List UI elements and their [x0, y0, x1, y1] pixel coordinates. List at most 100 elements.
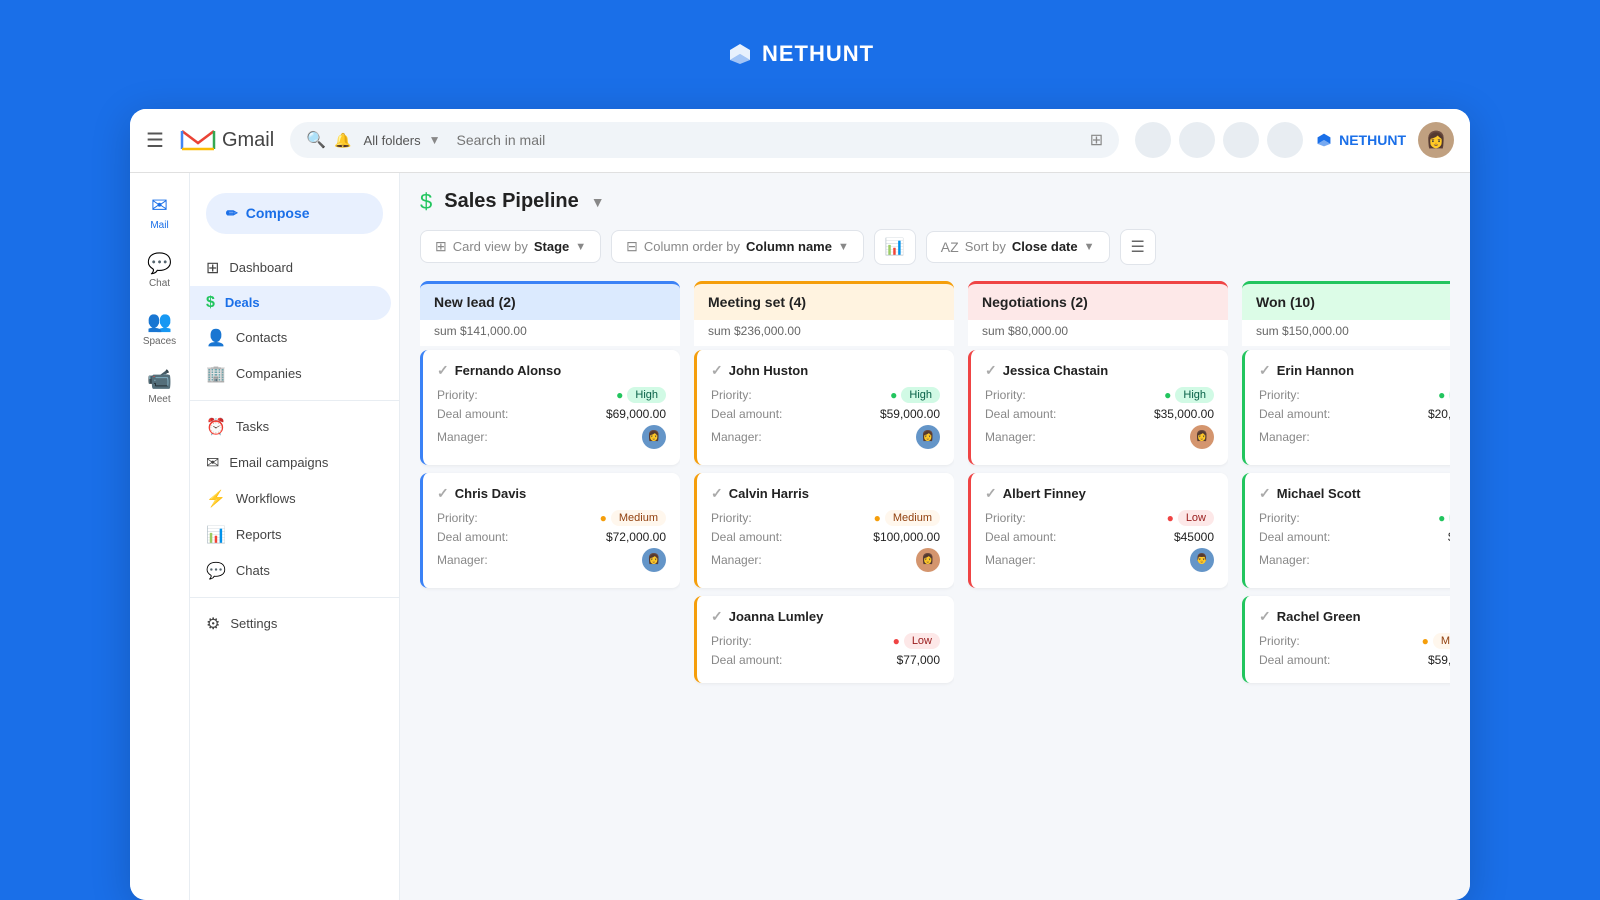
top-banner: NETHUNT: [0, 0, 1600, 109]
deal-field-amount-michael: Deal amount: $45000: [1259, 530, 1450, 544]
pipeline-icon: $: [420, 189, 432, 215]
sort-label: Sort by: [965, 239, 1006, 254]
column-order-button[interactable]: ⊟ Column order by Column name ▼: [611, 230, 864, 263]
kanban-column-meeting: Meeting set (4) sum $236,000.00 ✓ John H…: [694, 281, 954, 884]
deal-field-amount-albert: Deal amount: $45000: [985, 530, 1214, 544]
deal-check-calvin: ✓: [711, 485, 723, 502]
sidebar-item-tasks[interactable]: ⏰ Tasks: [190, 409, 391, 445]
hamburger-menu[interactable]: ☰: [146, 128, 164, 153]
sidebar-item-contacts[interactable]: 👤 Contacts: [190, 320, 391, 356]
deal-field-manager-calvin: Manager: 👩: [711, 548, 940, 572]
workflows-icon: ⚡: [206, 489, 226, 509]
nethunt-logo-icon: [726, 40, 754, 68]
sidebar-label-dashboard: Dashboard: [229, 260, 293, 275]
deal-amount-albert: $45000: [1174, 530, 1214, 544]
tasks-icon: ⏰: [206, 417, 226, 437]
filter-toolbar-button[interactable]: ☰: [1120, 229, 1156, 265]
all-folders-dropdown[interactable]: ▼: [429, 133, 441, 147]
deal-card-chris[interactable]: ✓ Chris Davis Priority: ● Medium: [420, 473, 680, 588]
nav-item-meet[interactable]: 📹 Meet: [136, 359, 184, 413]
deal-field-amount-erin: Deal amount: $20,000.00: [1259, 407, 1450, 421]
deal-field-manager-chris: Manager: 👩: [437, 548, 666, 572]
sidebar-item-companies[interactable]: 🏢 Companies: [190, 356, 391, 392]
deal-check-michael: ✓: [1259, 485, 1271, 502]
compose-button[interactable]: ✏ Compose: [206, 193, 383, 234]
card-view-label: Card view by: [453, 239, 528, 254]
priority-badge-joanna: Low: [904, 633, 940, 649]
column-cards-new-lead: ✓ Fernando Alonso Priority: ● High: [420, 346, 680, 884]
deal-check-john: ✓: [711, 362, 723, 379]
user-avatar[interactable]: 👩: [1418, 122, 1454, 158]
chart-button[interactable]: 📊: [874, 229, 916, 265]
deal-field-amount-john: Deal amount: $59,000.00: [711, 407, 940, 421]
pipeline-dropdown[interactable]: ▼: [591, 194, 605, 210]
deal-card-john[interactable]: ✓ John Huston Priority: ● High: [694, 350, 954, 465]
search-input[interactable]: [457, 132, 1082, 148]
search-bar[interactable]: 🔍 🔔 All folders ▼ ⊞: [290, 122, 1119, 158]
priority-badge-fernando: High: [627, 387, 666, 403]
deal-card-michael[interactable]: ✓ Michael Scott Priority: ● High: [1242, 473, 1450, 588]
deal-field-amount-jessica: Deal amount: $35,000.00: [985, 407, 1214, 421]
deal-amount-calvin: $100,000.00: [873, 530, 940, 544]
sidebar-item-chats[interactable]: 💬 Chats: [190, 553, 391, 589]
gmail-logo: Gmail: [180, 127, 274, 153]
deal-check-albert: ✓: [985, 485, 997, 502]
deal-field-amount-fernando: Deal amount: $69,000.00: [437, 407, 666, 421]
priority-dot-albert: ●: [1167, 511, 1174, 525]
priority-badge-chris: Medium: [611, 510, 666, 526]
deal-card-fernando[interactable]: ✓ Fernando Alonso Priority: ● High: [420, 350, 680, 465]
deal-field-manager-michael: Manager: 👩: [1259, 548, 1450, 572]
kanban-column-won: Won (10) sum $150,000.00 ✓ Erin Hannon P…: [1242, 281, 1450, 884]
deal-field-manager-erin: Manager: 👩: [1259, 425, 1450, 449]
column-title-new-lead: New lead (2): [434, 294, 516, 310]
kanban-column-negotiations: Negotiations (2) sum $80,000.00 ✓ Jessic…: [968, 281, 1228, 884]
all-folders-label[interactable]: All folders: [364, 133, 421, 148]
priority-dot-high: ●: [616, 388, 623, 402]
companies-icon: 🏢: [206, 364, 226, 384]
nav-item-spaces[interactable]: 👥 Spaces: [136, 301, 184, 355]
column-order-label: Column order by: [644, 239, 740, 254]
deal-card-albert[interactable]: ✓ Albert Finney Priority: ● Low: [968, 473, 1228, 588]
nethunt-logo: NETHUNT: [726, 40, 874, 68]
sidebar-item-settings[interactable]: ⚙ Settings: [190, 606, 391, 642]
deal-card-jessica[interactable]: ✓ Jessica Chastain Priority: ● High: [968, 350, 1228, 465]
sidebar-item-workflows[interactable]: ⚡ Workflows: [190, 481, 391, 517]
deal-card-rachel[interactable]: ✓ Rachel Green Priority: ● Medium: [1242, 596, 1450, 683]
chats-icon: 💬: [206, 561, 226, 581]
priority-dot-joanna: ●: [893, 634, 900, 648]
nethunt-small-icon: [1315, 131, 1333, 149]
card-view-button[interactable]: ⊞ Card view by Stage ▼: [420, 230, 601, 263]
sidebar-item-email-campaigns[interactable]: ✉ Email campaigns: [190, 445, 391, 481]
deal-check-icon-2: ✓: [437, 485, 449, 502]
column-sum-won: sum $150,000.00: [1242, 320, 1450, 346]
gmail-header: ☰ Gmail 🔍 🔔 All folders ▼ ⊞: [130, 109, 1470, 173]
nav-item-mail[interactable]: ✉ Mail: [136, 185, 184, 239]
sidebar-item-deals[interactable]: $ Deals: [190, 286, 391, 320]
deal-check-icon: ✓: [437, 362, 449, 379]
filter-icon[interactable]: ⊞: [1090, 130, 1103, 150]
deal-amount-jessica: $35,000.00: [1154, 407, 1214, 421]
spaces-nav-icon: 👥: [147, 309, 172, 334]
deal-card-erin[interactable]: ✓ Erin Hannon Priority: ● High: [1242, 350, 1450, 465]
deal-name-rachel: ✓ Rachel Green: [1259, 608, 1450, 625]
email-campaigns-icon: ✉: [206, 453, 219, 473]
manager-avatar-calvin: 👩: [916, 548, 940, 572]
priority-badge-erin: High: [1449, 387, 1450, 403]
sidebar-divider-2: [190, 597, 399, 598]
card-view-value: Stage: [534, 239, 569, 254]
header-dot-3: [1223, 122, 1259, 158]
gmail-label: Gmail: [222, 129, 274, 152]
deal-name-jessica: ✓ Jessica Chastain: [985, 362, 1214, 379]
header-dots: [1135, 122, 1303, 158]
deal-amount-joanna: $77,000: [897, 653, 940, 667]
nav-item-chat[interactable]: 💬 Chat: [136, 243, 184, 297]
deal-check-jessica: ✓: [985, 362, 997, 379]
sidebar-item-reports[interactable]: 📊 Reports: [190, 517, 391, 553]
deal-card-joanna[interactable]: ✓ Joanna Lumley Priority: ● Low: [694, 596, 954, 683]
sidebar-item-dashboard[interactable]: ⊞ Dashboard: [190, 250, 391, 286]
deal-field-priority-jessica: Priority: ● High: [985, 387, 1214, 403]
sort-button[interactable]: AZ Sort by Close date ▼: [926, 231, 1110, 263]
deal-card-calvin[interactable]: ✓ Calvin Harris Priority: ● Medium: [694, 473, 954, 588]
sidebar: ✏ Compose ⊞ Dashboard $ Deals 👤 Contacts…: [190, 173, 400, 900]
deal-field-manager-jessica: Manager: 👩: [985, 425, 1214, 449]
